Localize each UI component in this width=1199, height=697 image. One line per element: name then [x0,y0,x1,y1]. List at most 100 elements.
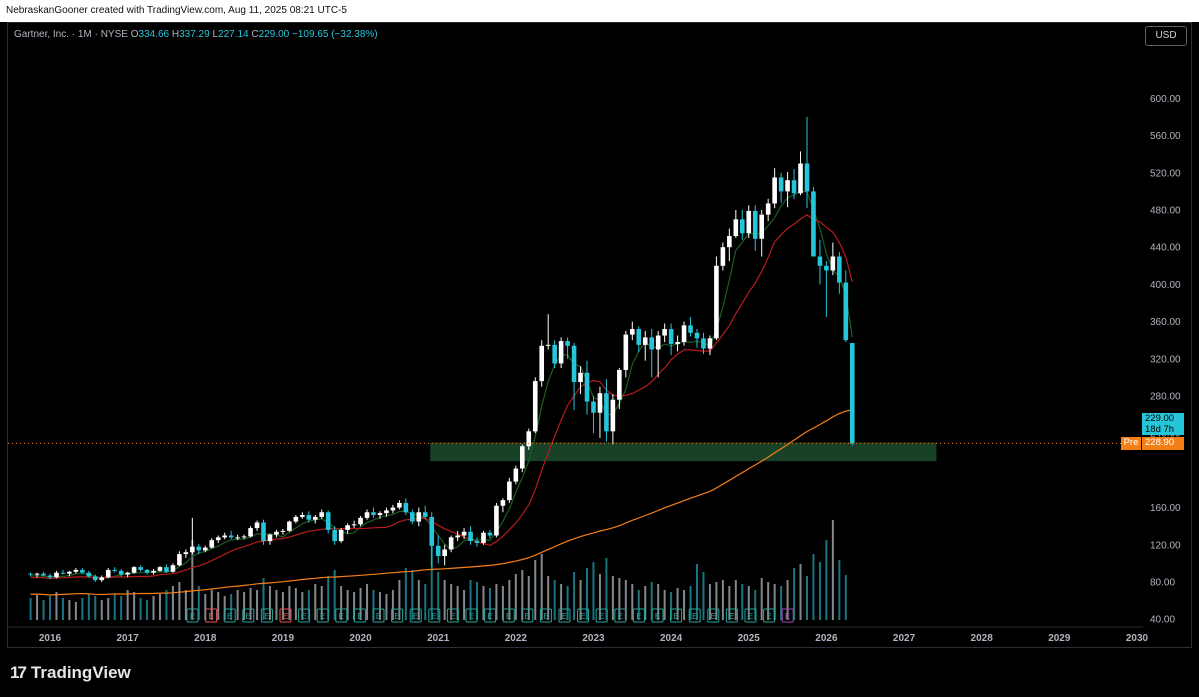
candle-body [338,529,344,542]
candle-body [688,325,693,333]
volume-bar [152,596,155,620]
volume-bar [94,596,97,620]
candle-body [578,372,583,383]
x-tick-label: 2018 [194,633,217,644]
candle-body [287,521,292,531]
volume-bar [165,590,168,620]
volume-bar [49,596,51,620]
candle-body [300,515,305,517]
candle-body [99,577,105,581]
candle-body [668,329,674,344]
candle-body [157,567,163,571]
volume-bar [611,576,614,620]
candlestick-chart[interactable]: E E E E E E E E E E E E E E E E E E E E E E E E E E E E E E E E E 600.00… [0,0,1199,648]
earnings-marker-letter: E [729,612,734,621]
candle-body [513,468,519,482]
candle-body [727,236,732,248]
volume-bar [818,562,821,620]
candle-body [34,573,40,575]
volume-bar [113,594,116,620]
volume-bar [463,590,466,620]
candle-body [545,344,551,346]
candle-body [435,545,441,556]
y-tick-label: 360.00 [1150,317,1181,328]
volume-bar [158,594,161,620]
candle-body [86,572,92,577]
x-tick-label: 2022 [505,633,528,644]
candle-body [733,219,739,237]
earnings-marker-letter: E [692,612,697,621]
candle-body [397,502,402,508]
candle-body [92,576,98,581]
high-value: 337.29 [179,29,210,40]
volume-bar [805,576,808,620]
candle-body [707,338,713,349]
candle-body [811,191,816,257]
candle-body [662,329,667,336]
y-tick-label: 160.00 [1150,503,1181,514]
x-tick-label: 2016 [39,633,62,644]
volume-bar [81,598,84,620]
earnings-marker-letter: E [357,612,362,621]
volume-bar [288,586,291,620]
earnings-marker-letter: E [506,612,511,621]
candle-body [539,345,545,382]
candle-body [772,177,777,204]
y-tick-label: 400.00 [1150,280,1181,291]
candle-body [520,446,525,469]
candle-body [584,372,590,402]
x-tick-label: 2029 [1048,633,1071,644]
volume-bar [178,582,181,620]
earnings-marker-letter: E [301,612,306,621]
candle-body [384,510,389,514]
earnings-marker-letter: E [562,612,567,621]
close-label: C [251,29,259,40]
y-tick-label: 440.00 [1150,243,1181,254]
x-tick-label: 2023 [582,633,605,644]
tradingview-logo-icon: 17 [10,663,27,682]
candle-body [532,381,538,432]
candle-body [455,535,460,538]
volume-bar [721,580,724,620]
candle-body [364,512,370,518]
close-value: 229.00 [258,29,290,40]
volume-bar [256,590,259,620]
earnings-marker-letter: E [487,612,492,621]
candle-body [442,549,447,556]
volume-bar [534,560,537,620]
earnings-marker-letter: E [785,612,790,621]
candle-body [209,540,215,548]
candle-body [118,570,124,575]
volume-bar [55,592,58,620]
candle-body [312,516,318,520]
volume-bar [799,564,802,620]
currency-button[interactable]: USD [1145,26,1187,46]
volume-bar [443,580,446,620]
candle-body [183,552,189,555]
earnings-marker-letter: E [264,612,269,621]
candle-body [694,332,700,339]
ma-mid-line [30,214,853,580]
x-tick-label: 2026 [815,633,838,644]
candle-body [41,573,46,576]
candle-body [565,341,570,346]
high-label: H [171,29,180,40]
volume-bar [146,600,149,620]
volume-bar [760,578,763,620]
volume-bar [385,594,388,620]
candle-body [306,515,312,520]
earnings-marker-letter: E [394,612,399,621]
y-tick-label: 280.00 [1150,392,1181,403]
tradingview-logo[interactable]: 17 TradingView [10,663,131,683]
candle-body [649,337,655,350]
y-tick-label: 320.00 [1150,354,1181,365]
symbol-label: Gartner, Inc. · 1M · NYSE [14,29,128,40]
candle-body [54,572,59,578]
last-price-value: 229.00 [1145,413,1175,424]
x-tick-label: 2017 [117,633,140,644]
volume-bar [514,574,517,620]
earnings-marker-letter: E [673,612,678,621]
candle-body [481,532,486,543]
volume-bar [74,602,77,620]
x-tick-label: 2021 [427,633,450,644]
